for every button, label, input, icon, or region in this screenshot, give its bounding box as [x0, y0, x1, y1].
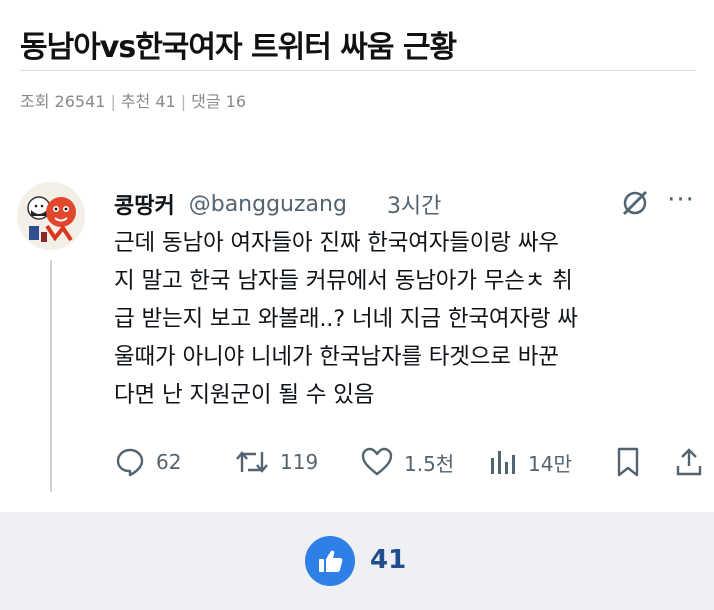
divider: [20, 70, 696, 71]
like-button[interactable]: 1.5천: [360, 442, 454, 482]
bookmark-icon: [617, 447, 639, 477]
recommend-count-big: 41: [370, 545, 407, 575]
thread-line: [50, 260, 52, 492]
views-button[interactable]: 14만: [488, 442, 572, 482]
avatar[interactable]: [17, 182, 85, 250]
tweet-text: 근데 동남아 여자들아 진짜 한국여자들이랑 싸우 지 말고 한국 남자들 커뮤…: [114, 224, 704, 414]
tweet-line: 지 말고 한국 남자들 커뮤에서 동남아가 무슨ㅊ 취: [114, 268, 573, 294]
comment-count[interactable]: 댓글 16: [191, 92, 246, 111]
repost-icon: [236, 451, 268, 473]
tweet-line: 급 받는지 보고 와볼래..? 너네 지금 한국여자랑 싸: [114, 306, 578, 332]
tweet-line: 울때가 아니야 니네가 한국남자를 타겟으로 바꾼: [114, 344, 559, 370]
post-title: 동남아vs한국여자 트위터 싸움 근황: [20, 30, 457, 65]
views-count-tweet: 14만: [528, 451, 572, 476]
post-meta: 조회 26541 | 추천 41 | 댓글 16: [20, 92, 246, 111]
more-icon[interactable]: ···: [666, 187, 696, 216]
reply-button[interactable]: 62: [114, 442, 181, 482]
share-icon: [676, 448, 702, 476]
embedded-tweet: 콩땅커 @bangguzang 3시간 ··· 근데 동남아 여자들아 진짜 한…: [0, 170, 714, 510]
like-count: 1.5천: [404, 451, 455, 476]
tweet-actions: 62 119 1.5천 14만: [114, 442, 706, 482]
like-icon: [361, 447, 393, 476]
user-handle[interactable]: @bangguzang: [189, 192, 347, 217]
views-count: 조회 26541: [20, 92, 106, 111]
vote-bar: 41: [0, 512, 714, 610]
share-button[interactable]: [674, 442, 704, 482]
tweet-line: 다면 난 지원군이 될 수 있음: [114, 382, 375, 408]
recommend-button[interactable]: [305, 536, 355, 586]
thumbs-up-icon: [319, 550, 343, 572]
tweet-time[interactable]: 3시간: [387, 188, 441, 220]
repost-count: 119: [280, 450, 319, 474]
repost-button[interactable]: 119: [234, 442, 318, 482]
tweet-header: 콩땅커 @bangguzang 3시간: [114, 186, 634, 222]
bookmark-button[interactable]: [614, 442, 642, 482]
grok-icon[interactable]: [618, 186, 652, 220]
views-icon: [491, 451, 515, 474]
recommend-count: 추천 41: [120, 92, 176, 111]
display-name[interactable]: 콩땅커: [114, 188, 175, 220]
tweet-line: 근데 동남아 여자들아 진짜 한국여자들이랑 싸우: [114, 230, 559, 256]
reply-icon: [116, 448, 144, 477]
reply-count: 62: [156, 450, 182, 474]
